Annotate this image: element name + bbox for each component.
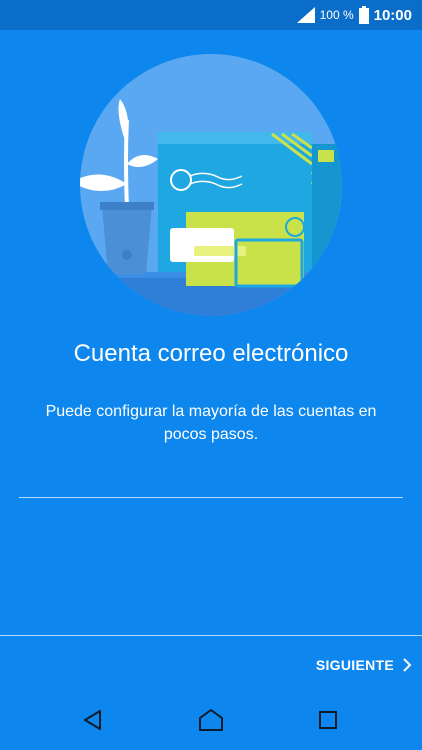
battery-percent: 100 %	[319, 8, 354, 22]
page-title: Cuenta correo electrónico	[73, 340, 349, 367]
signal-icon	[296, 7, 315, 23]
status-bar: 100 % 10:00	[0, 0, 422, 30]
navigation-bar	[0, 691, 422, 750]
home-icon	[199, 709, 223, 731]
footer-divider	[0, 635, 422, 636]
setup-screen: Cuenta correo electrónico Puede configur…	[0, 30, 422, 691]
recent-apps-icon	[319, 711, 337, 729]
chevron-right-icon	[403, 658, 412, 672]
status-indicators: 100 % 10:00	[296, 0, 412, 30]
page-subtitle: Puede configurar la mayoría de las cuent…	[45, 403, 377, 443]
back-icon	[84, 710, 101, 730]
battery-icon	[358, 6, 369, 24]
divider	[19, 497, 403, 498]
email-envelope-illustration	[80, 54, 342, 316]
clock: 10:00	[373, 6, 412, 24]
back-button[interactable]	[76, 703, 110, 737]
next-button[interactable]: SIGUIENTE	[316, 650, 412, 680]
home-button[interactable]	[194, 703, 228, 737]
recent-apps-button[interactable]	[311, 703, 345, 737]
next-button-label: SIGUIENTE	[315, 657, 394, 673]
